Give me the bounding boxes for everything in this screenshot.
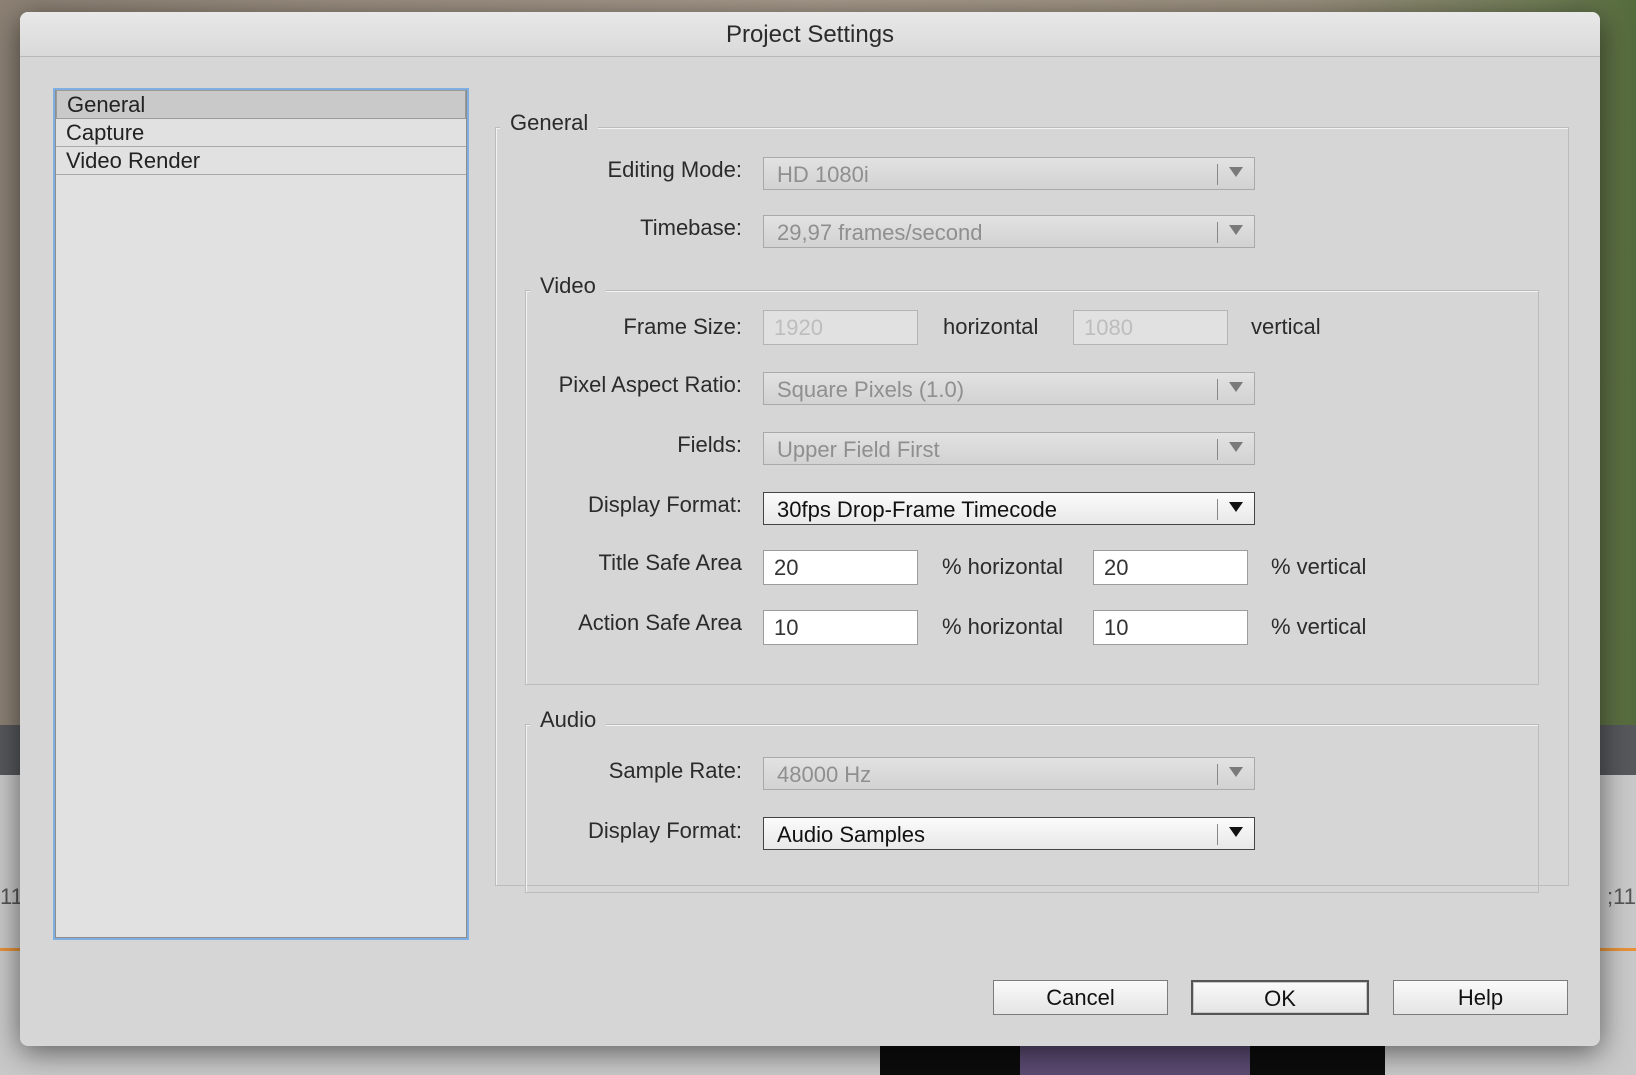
general-group-label: General bbox=[500, 110, 599, 136]
title-safe-area-label: Title Safe Area bbox=[598, 550, 742, 575]
timebase-label: Timebase: bbox=[640, 215, 742, 240]
frame-width-suffix: horizontal bbox=[943, 314, 1039, 339]
frame-height-suffix: vertical bbox=[1251, 314, 1321, 339]
timeline-clip bbox=[880, 1045, 1020, 1075]
action-safe-horizontal-suffix: % horizontal bbox=[942, 614, 1064, 639]
sample-rate-value: 48000 Hz bbox=[777, 762, 872, 787]
title-safe-horizontal-suffix: % horizontal bbox=[942, 554, 1064, 579]
fields-value: Upper Field First bbox=[777, 437, 940, 462]
title-safe-vertical-field[interactable]: 20 bbox=[1093, 550, 1248, 585]
pixel-aspect-ratio-select[interactable]: Square Pixels (1.0) bbox=[763, 372, 1255, 405]
frame-height-field: 1080 bbox=[1073, 310, 1228, 345]
editing-mode-label: Editing Mode: bbox=[607, 157, 742, 182]
sidebar-item-video-render[interactable]: Video Render bbox=[56, 147, 466, 175]
title-safe-vertical-suffix: % vertical bbox=[1271, 554, 1367, 579]
timeline-clip bbox=[1020, 1045, 1250, 1075]
project-settings-dialog: Project Settings General Capture Video R… bbox=[20, 12, 1600, 1046]
select-divider bbox=[1217, 439, 1218, 460]
timebase-select[interactable]: 29,97 frames/second bbox=[763, 215, 1255, 248]
audio-group-label: Audio bbox=[530, 707, 607, 733]
chevron-down-icon bbox=[1229, 442, 1243, 452]
audio-display-format-value: Audio Samples bbox=[777, 822, 925, 847]
video-group-label: Video bbox=[530, 273, 606, 299]
timebase-value: 29,97 frames/second bbox=[777, 220, 983, 245]
ok-button[interactable]: OK bbox=[1191, 980, 1369, 1015]
chevron-down-icon bbox=[1229, 167, 1243, 177]
sample-rate-select[interactable]: 48000 Hz bbox=[763, 757, 1255, 790]
chevron-down-icon bbox=[1229, 827, 1243, 837]
audio-group bbox=[525, 724, 1539, 893]
dialog-title: Project Settings bbox=[20, 12, 1600, 57]
audio-display-format-select[interactable]: Audio Samples bbox=[763, 817, 1255, 850]
chevron-down-icon bbox=[1229, 767, 1243, 777]
audio-display-format-label: Display Format: bbox=[587, 818, 742, 843]
video-display-format-select[interactable]: 30fps Drop-Frame Timecode bbox=[763, 492, 1255, 525]
sidebar-item-general[interactable]: General bbox=[56, 90, 466, 119]
select-divider bbox=[1217, 222, 1218, 243]
fields-select[interactable]: Upper Field First bbox=[763, 432, 1255, 465]
select-divider bbox=[1217, 379, 1218, 400]
timeline-timecode-right: ;11 bbox=[1607, 884, 1636, 909]
editing-mode-select[interactable]: HD 1080i bbox=[763, 157, 1255, 190]
select-divider bbox=[1217, 164, 1218, 185]
action-safe-horizontal-field[interactable]: 10 bbox=[763, 610, 918, 645]
action-safe-vertical-suffix: % vertical bbox=[1271, 614, 1367, 639]
frame-width-field: 1920 bbox=[763, 310, 918, 345]
title-safe-horizontal-field[interactable]: 20 bbox=[763, 550, 918, 585]
pixel-aspect-ratio-value: Square Pixels (1.0) bbox=[777, 377, 965, 402]
editing-mode-value: HD 1080i bbox=[777, 162, 869, 187]
timeline-clip bbox=[1250, 1045, 1385, 1075]
fields-label: Fields: bbox=[677, 432, 742, 457]
sidebar-item-capture[interactable]: Capture bbox=[56, 119, 466, 147]
chevron-down-icon bbox=[1229, 502, 1243, 512]
chevron-down-icon bbox=[1229, 382, 1243, 392]
settings-category-list[interactable]: General Capture Video Render bbox=[53, 88, 469, 940]
frame-size-label: Frame Size: bbox=[623, 314, 742, 339]
video-display-format-label: Display Format: bbox=[587, 492, 742, 517]
action-safe-vertical-field[interactable]: 10 bbox=[1093, 610, 1248, 645]
chevron-down-icon bbox=[1229, 225, 1243, 235]
select-divider bbox=[1217, 824, 1218, 845]
sample-rate-label: Sample Rate: bbox=[608, 758, 742, 783]
pixel-aspect-ratio-label: Pixel Aspect Ratio: bbox=[558, 372, 742, 397]
help-button[interactable]: Help bbox=[1393, 980, 1568, 1015]
action-safe-area-label: Action Safe Area bbox=[578, 610, 742, 635]
select-divider bbox=[1217, 764, 1218, 785]
select-divider bbox=[1217, 499, 1218, 520]
cancel-button[interactable]: Cancel bbox=[993, 980, 1168, 1015]
video-display-format-value: 30fps Drop-Frame Timecode bbox=[777, 497, 1057, 522]
